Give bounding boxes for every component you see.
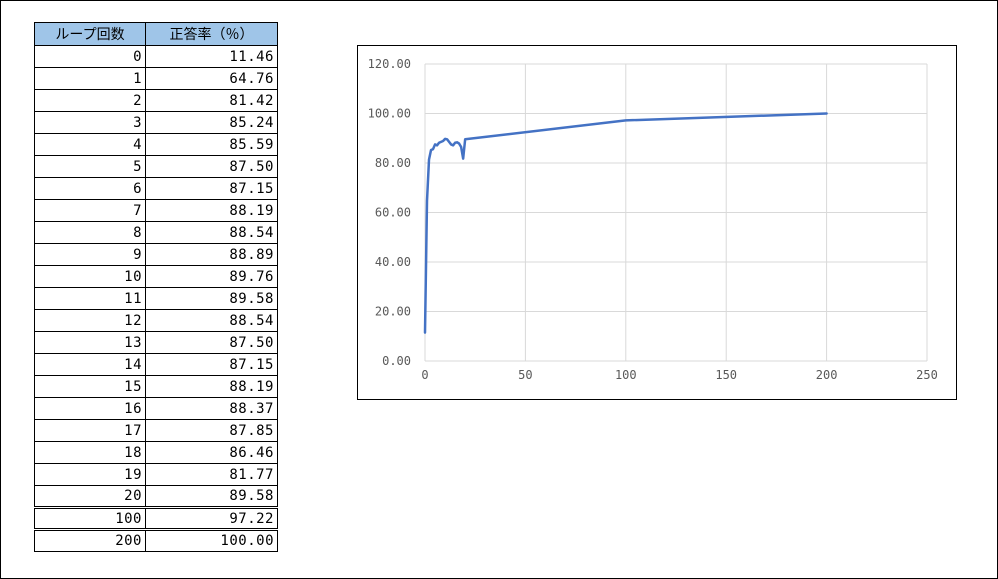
table-row: 8 88.54 (34, 221, 278, 244)
cell-accuracy[interactable]: 88.54 (145, 221, 278, 244)
table-row: 12 88.54 (34, 309, 278, 332)
table-row: 15 88.19 (34, 375, 278, 398)
table-row: 1 64.76 (34, 67, 278, 90)
table-row: 9 88.89 (34, 243, 278, 266)
table-row: 20 89.58 (34, 485, 278, 508)
cell-loop-count[interactable]: 8 (34, 221, 146, 244)
cell-accuracy[interactable]: 87.50 (145, 331, 278, 354)
cell-accuracy[interactable]: 64.76 (145, 67, 278, 90)
cell-loop-count[interactable]: 9 (34, 243, 146, 266)
x-tick-label: 200 (816, 368, 838, 382)
cell-accuracy[interactable]: 89.58 (145, 485, 278, 508)
cell-accuracy[interactable]: 88.19 (145, 199, 278, 222)
table-row: 6 87.15 (34, 177, 278, 200)
cell-loop-count[interactable]: 20 (34, 485, 146, 508)
y-tick-label: 100.00 (368, 107, 411, 121)
table-row: 200 100.00 (34, 528, 278, 552)
cell-accuracy[interactable]: 97.22 (145, 506, 278, 530)
cell-accuracy[interactable]: 88.37 (145, 397, 278, 420)
cell-loop-count[interactable]: 100 (34, 506, 146, 530)
cell-accuracy[interactable]: 81.77 (145, 463, 278, 486)
cell-loop-count[interactable]: 200 (34, 528, 146, 552)
table-row: 10 89.76 (34, 265, 278, 288)
table-row: 16 88.37 (34, 397, 278, 420)
x-tick-label: 100 (615, 368, 637, 382)
cell-loop-count[interactable]: 0 (34, 45, 146, 68)
table-row: 4 85.59 (34, 133, 278, 156)
cell-accuracy[interactable]: 11.46 (145, 45, 278, 68)
x-tick-label: 150 (715, 368, 737, 382)
table-header-row: ループ回数 正答率（％） (34, 22, 278, 46)
y-tick-label: 120.00 (368, 57, 411, 71)
data-table: ループ回数 正答率（％） 0 11.46 1 64.76 2 81.42 3 85.24 4 85… (34, 22, 278, 552)
cell-loop-count[interactable]: 17 (34, 419, 146, 442)
cell-accuracy[interactable]: 89.58 (145, 287, 278, 310)
cell-loop-count[interactable]: 4 (34, 133, 146, 156)
y-tick-label: 60.00 (375, 206, 411, 220)
x-tick-label: 0 (421, 368, 428, 382)
cell-loop-count[interactable]: 16 (34, 397, 146, 420)
y-tick-label: 40.00 (375, 255, 411, 269)
cell-loop-count[interactable]: 14 (34, 353, 146, 376)
table-row: 11 89.58 (34, 287, 278, 310)
header-accuracy[interactable]: 正答率（％） (145, 22, 278, 46)
cell-accuracy[interactable]: 88.19 (145, 375, 278, 398)
x-tick-label: 50 (518, 368, 532, 382)
cell-loop-count[interactable]: 13 (34, 331, 146, 354)
cell-accuracy[interactable]: 85.59 (145, 133, 278, 156)
cell-loop-count[interactable]: 1 (34, 67, 146, 90)
cell-accuracy[interactable]: 87.50 (145, 155, 278, 178)
cell-loop-count[interactable]: 12 (34, 309, 146, 332)
cell-loop-count[interactable]: 5 (34, 155, 146, 178)
line-chart: 0.00 20.00 40.00 60.00 80.00 100.00 120.00 0 50 1… (368, 57, 938, 382)
cell-accuracy[interactable]: 100.00 (145, 528, 278, 552)
table-row: 17 87.85 (34, 419, 278, 442)
cell-accuracy[interactable]: 81.42 (145, 89, 278, 112)
cell-accuracy[interactable]: 89.76 (145, 265, 278, 288)
table-row: 13 87.50 (34, 331, 278, 354)
cell-loop-count[interactable]: 15 (34, 375, 146, 398)
x-tick-label: 250 (916, 368, 938, 382)
table-row: 3 85.24 (34, 111, 278, 134)
table-row: 0 11.46 (34, 45, 278, 68)
cell-loop-count[interactable]: 10 (34, 265, 146, 288)
cell-accuracy[interactable]: 87.15 (145, 353, 278, 376)
chart-area[interactable]: 0.00 20.00 40.00 60.00 80.00 100.00 120.00 0 50 1… (357, 45, 957, 400)
table-row: 100 97.22 (34, 506, 278, 530)
cell-loop-count[interactable]: 2 (34, 89, 146, 112)
table-row: 18 86.46 (34, 441, 278, 464)
cell-accuracy[interactable]: 85.24 (145, 111, 278, 134)
table-body: 0 11.46 1 64.76 2 81.42 3 85.24 4 85.59 5 87.50 6 87.… (34, 45, 278, 552)
y-tick-label: 20.00 (375, 305, 411, 319)
table-row: 7 88.19 (34, 199, 278, 222)
y-tick-label: 0.00 (382, 354, 411, 368)
table-row: 14 87.15 (34, 353, 278, 376)
cell-accuracy[interactable]: 87.15 (145, 177, 278, 200)
cell-loop-count[interactable]: 6 (34, 177, 146, 200)
cell-loop-count[interactable]: 19 (34, 463, 146, 486)
cell-loop-count[interactable]: 3 (34, 111, 146, 134)
table-row: 2 81.42 (34, 89, 278, 112)
cell-loop-count[interactable]: 18 (34, 441, 146, 464)
y-tick-label: 80.00 (375, 156, 411, 170)
cell-loop-count[interactable]: 7 (34, 199, 146, 222)
table-row: 5 87.50 (34, 155, 278, 178)
header-loop-count[interactable]: ループ回数 (34, 22, 146, 46)
cell-accuracy[interactable]: 87.85 (145, 419, 278, 442)
table-row: 19 81.77 (34, 463, 278, 486)
cell-accuracy[interactable]: 88.54 (145, 309, 278, 332)
cell-loop-count[interactable]: 11 (34, 287, 146, 310)
cell-accuracy[interactable]: 88.89 (145, 243, 278, 266)
cell-accuracy[interactable]: 86.46 (145, 441, 278, 464)
